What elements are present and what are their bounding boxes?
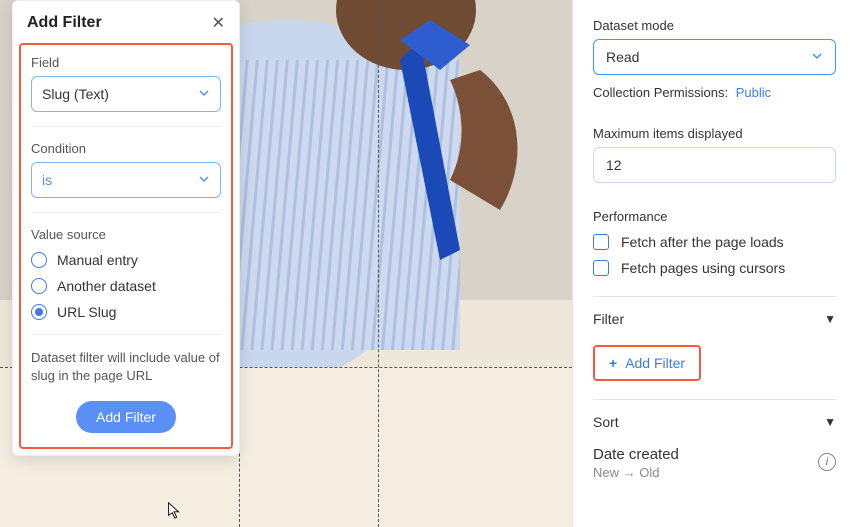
check-fetch-after-load[interactable]: Fetch after the page loads xyxy=(593,234,836,250)
add-filter-submit[interactable]: Add Filter xyxy=(76,401,176,433)
caret-down-icon: ▼ xyxy=(824,415,836,429)
filter-section-header[interactable]: Filter ▼ xyxy=(593,296,836,341)
checkbox-icon xyxy=(593,260,609,276)
divider xyxy=(31,126,221,127)
settings-panel: Dataset mode Read Collection Permissions… xyxy=(572,0,856,527)
performance-label: Performance xyxy=(593,209,836,224)
radio-icon xyxy=(31,304,47,320)
caret-down-icon: ▼ xyxy=(824,312,836,326)
sort-row[interactable]: Date created New → Old i xyxy=(593,444,836,480)
dataset-mode-value: Read xyxy=(606,49,639,65)
radio-manual-entry[interactable]: Manual entry xyxy=(31,252,221,268)
permissions-link[interactable]: Public xyxy=(736,85,771,100)
chevron-down-icon xyxy=(198,172,210,188)
collection-permissions: Collection Permissions: Public xyxy=(593,85,836,100)
add-filter-button[interactable]: + Add Filter xyxy=(593,345,701,381)
condition-label: Condition xyxy=(31,141,221,156)
radio-icon xyxy=(31,278,47,294)
sort-section-header[interactable]: Sort ▼ xyxy=(593,399,836,444)
radio-icon xyxy=(31,252,47,268)
condition-select[interactable]: is xyxy=(31,162,221,198)
dataset-mode-select[interactable]: Read xyxy=(593,39,836,75)
add-filter-popover: Add Filter ✕ Field Slug (Text) Condition… xyxy=(12,0,240,456)
field-select[interactable]: Slug (Text) xyxy=(31,76,221,112)
close-icon[interactable]: ✕ xyxy=(212,13,225,33)
plus-icon: + xyxy=(609,355,617,371)
chevron-down-icon xyxy=(811,49,823,65)
dataset-mode-label: Dataset mode xyxy=(593,18,836,33)
sort-direction: New → Old xyxy=(593,465,679,480)
guide-frame xyxy=(239,368,572,527)
chevron-down-icon xyxy=(198,86,210,102)
popover-title: Add Filter xyxy=(27,14,102,32)
divider xyxy=(31,212,221,213)
radio-another-dataset[interactable]: Another dataset xyxy=(31,278,221,294)
popover-highlight-frame: Field Slug (Text) Condition is Value sou… xyxy=(19,43,233,449)
max-items-label: Maximum items displayed xyxy=(593,126,836,141)
check-fetch-cursors[interactable]: Fetch pages using cursors xyxy=(593,260,836,276)
sort-field: Date created xyxy=(593,446,679,463)
radio-url-slug[interactable]: URL Slug xyxy=(31,304,221,320)
filter-note: Dataset filter will include value of slu… xyxy=(31,349,221,385)
checkbox-icon xyxy=(593,234,609,250)
max-items-input[interactable]: 12 xyxy=(593,147,836,183)
info-icon[interactable]: i xyxy=(818,453,836,471)
value-source-label: Value source xyxy=(31,227,221,242)
divider xyxy=(31,334,221,335)
field-label: Field xyxy=(31,55,221,70)
